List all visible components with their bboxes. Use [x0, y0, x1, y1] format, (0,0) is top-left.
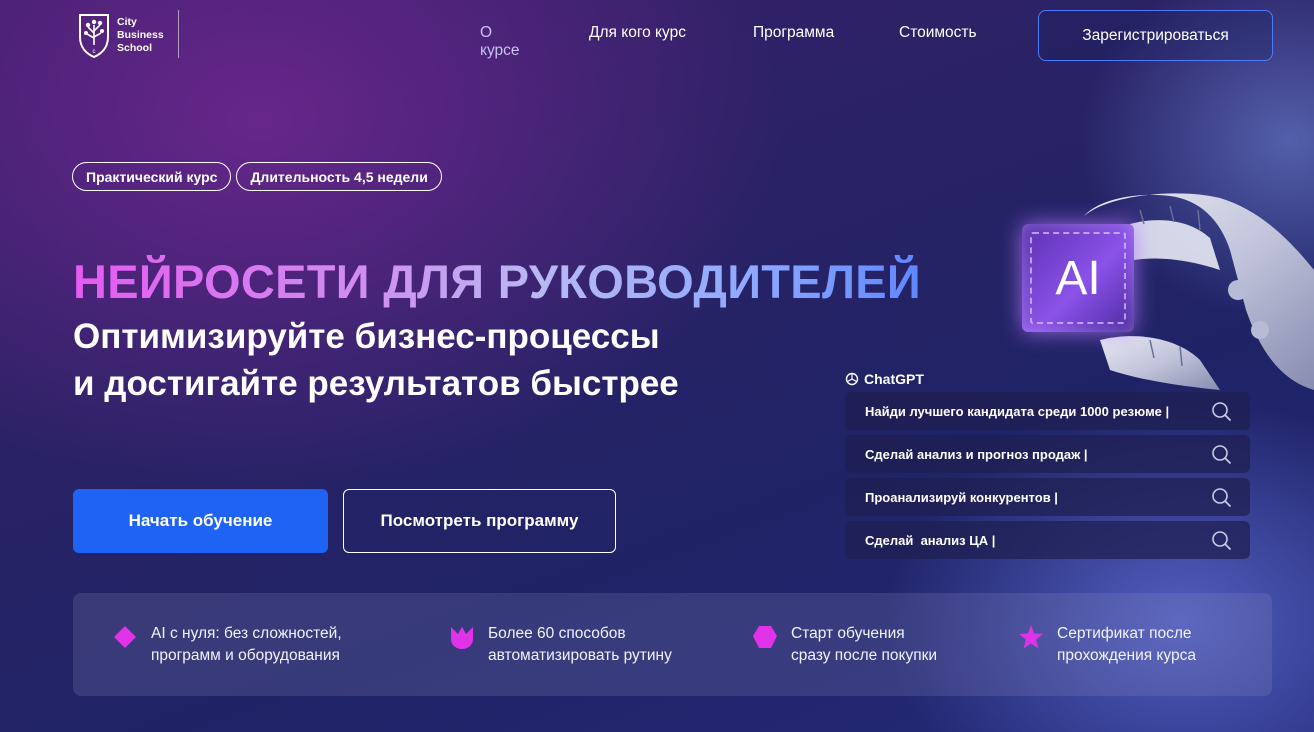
tag-practical: Практический курс [72, 162, 232, 191]
feature-text: AI с нуля: без сложностей, программ и об… [151, 625, 342, 664]
feature-text: Старт обучения сразу после покупки [791, 625, 938, 664]
register-button[interactable]: Зарегистрироваться [1038, 10, 1273, 61]
search-icon[interactable] [1211, 487, 1232, 508]
prompt-item[interactable]: Проанализируй конкурентов | [845, 478, 1250, 516]
prompt-item[interactable]: Найди лучшего кандидата среди 1000 резюм… [845, 392, 1250, 430]
search-icon[interactable] [1211, 530, 1232, 551]
tag-duration: Длительность 4,5 недели [236, 162, 442, 191]
subheadline: Оптимизируйте бизнес-процессы и достигай… [73, 313, 793, 407]
prompt-text: Найди лучшего кандидата среди 1000 резюм… [865, 403, 1170, 419]
course-tags: Практический курс Длительность 4,5 недел… [72, 162, 442, 191]
prompt-text: Сделай анализ и прогноз продаж | [865, 446, 1088, 462]
pentagon-icon [753, 626, 777, 648]
start-learning-button[interactable]: Начать обучение [73, 489, 328, 553]
prompt-text: Проанализируй конкурентов | [865, 489, 1058, 505]
chatgpt-text: ChatGPT [864, 371, 924, 387]
logo-line: Business [117, 28, 164, 41]
page-title: НЕЙРОСЕТИ ДЛЯ РУКОВОДИТЕЛЕЙ [73, 255, 921, 308]
feature-item: Сертификат после прохождения курса [1019, 623, 1196, 667]
logo[interactable]: c City Business School [77, 10, 179, 60]
prompt-item[interactable]: Сделай анализ ЦА | [845, 521, 1250, 559]
ai-chip-label: AI [1055, 251, 1101, 305]
nav-audience[interactable]: Для кого курс [589, 24, 686, 42]
nav-program[interactable]: Программа [753, 24, 834, 42]
openai-icon [845, 372, 859, 386]
logo-line: City [117, 15, 137, 28]
feature-item: Более 60 способов автоматизировать рутин… [450, 623, 672, 667]
feature-item: Старт обучения сразу после покупки [753, 623, 937, 667]
subheadline-line: Оптимизируйте бизнес-процессы [73, 317, 660, 356]
features-bar: AI с нуля: без сложностей, программ и об… [73, 593, 1272, 696]
search-icon[interactable] [1211, 444, 1232, 465]
prompt-item[interactable]: Сделай анализ и прогноз продаж | [845, 435, 1250, 473]
svg-text:c: c [93, 49, 96, 55]
prompt-list: Найди лучшего кандидата среди 1000 резюм… [845, 392, 1250, 564]
star-icon [1019, 625, 1043, 649]
feature-text: Сертификат после прохождения курса [1057, 625, 1196, 664]
shield-tree-icon: c [79, 14, 109, 59]
feature-item: AI с нуля: без сложностей, программ и об… [113, 623, 342, 667]
ai-chip-image: AI [1022, 224, 1134, 332]
logo-line: School [117, 41, 153, 54]
logo-text: City Business School [117, 16, 177, 55]
feature-text: Более 60 способов автоматизировать рутин… [488, 625, 672, 664]
crown-icon [451, 627, 473, 649]
search-icon[interactable] [1211, 401, 1232, 422]
logo-divider [178, 10, 179, 58]
prompt-text: Сделай анализ ЦА | [865, 532, 996, 548]
view-program-button[interactable]: Посмотреть программу [343, 489, 616, 553]
subheadline-line: и достигайте результатов быстрее [73, 364, 679, 403]
chatgpt-label: ChatGPT [845, 371, 924, 387]
nav-price[interactable]: Стоимость [899, 24, 977, 42]
nav-about[interactable]: О курсе [480, 24, 520, 60]
diamond-icon [114, 626, 136, 648]
